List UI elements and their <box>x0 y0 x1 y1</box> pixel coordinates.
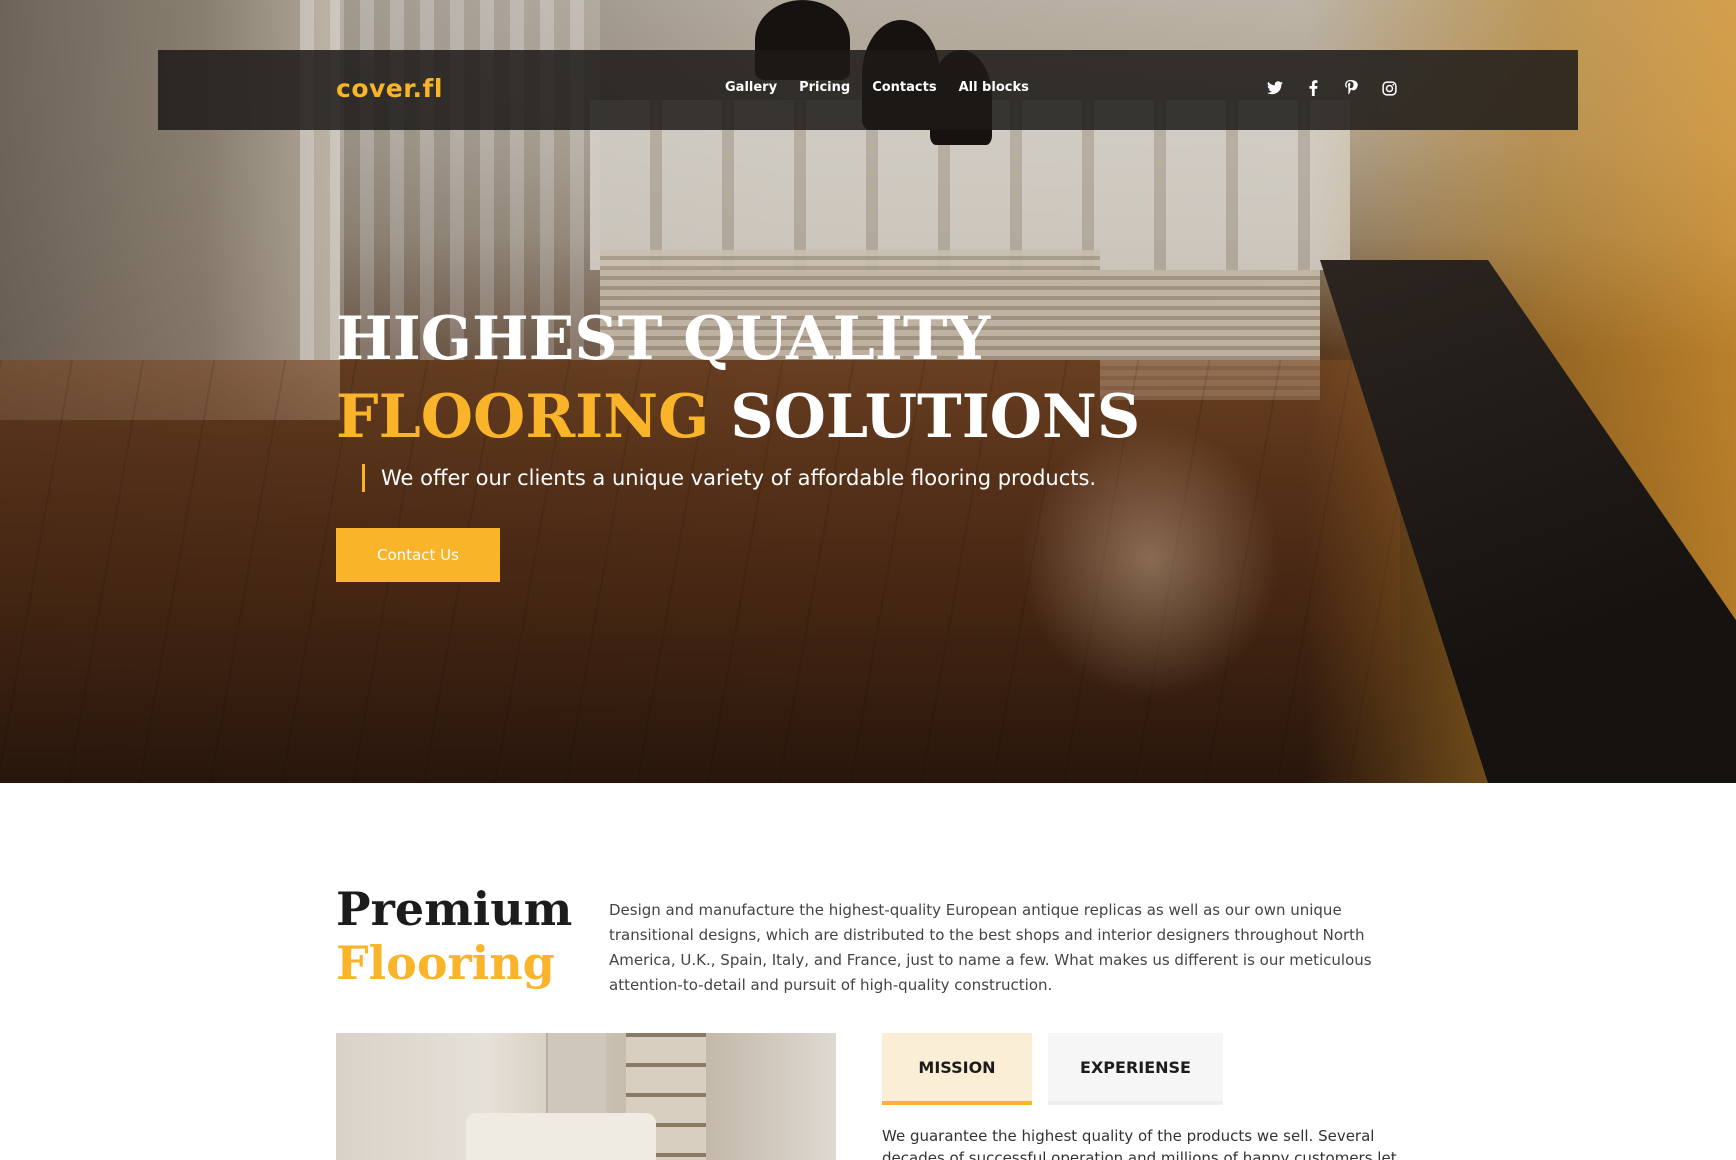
facebook-icon[interactable] <box>1304 79 1322 97</box>
hero-bg-glare <box>1020 420 1280 700</box>
instagram-icon[interactable] <box>1380 79 1398 97</box>
nav-link-pricing[interactable]: Pricing <box>799 80 850 95</box>
social-links <box>1266 79 1398 97</box>
hero-heading-rest: SOLUTIONS <box>709 382 1141 452</box>
hero-heading-line1: HIGHEST QUALITY <box>336 304 991 374</box>
contact-us-button[interactable]: Contact Us <box>336 528 500 582</box>
interior-photo <box>336 1033 836 1160</box>
premium-description: Design and manufacture the highest-quali… <box>609 901 1372 994</box>
hero-heading: HIGHEST QUALITY FLOORING SOLUTIONS <box>336 300 1140 456</box>
main-nav: Gallery Pricing Contacts All blocks <box>725 80 1029 95</box>
premium-heading-line2: Flooring <box>336 936 555 990</box>
tab-mission[interactable]: MISSION <box>882 1033 1032 1105</box>
hero-subtitle: We offer our clients a unique variety of… <box>362 464 1096 492</box>
hero-heading-accent: FLOORING <box>336 382 710 452</box>
tab-content: We guarantee the highest quality of the … <box>882 1127 1397 1160</box>
tab-experience[interactable]: EXPERIENSE <box>1048 1033 1223 1105</box>
site-logo[interactable]: cover.fl <box>336 74 443 103</box>
nav-link-contacts[interactable]: Contacts <box>872 80 936 95</box>
nav-link-all-blocks[interactable]: All blocks <box>959 80 1029 95</box>
pinterest-icon[interactable] <box>1342 79 1360 97</box>
premium-heading-line1: Premium <box>336 882 573 936</box>
info-tabs: MISSION EXPERIENSE <box>882 1033 1223 1105</box>
twitter-icon[interactable] <box>1266 79 1284 97</box>
premium-heading: Premium Flooring <box>336 882 572 990</box>
nav-link-gallery[interactable]: Gallery <box>725 80 777 95</box>
photo-sofa <box>466 1113 656 1160</box>
